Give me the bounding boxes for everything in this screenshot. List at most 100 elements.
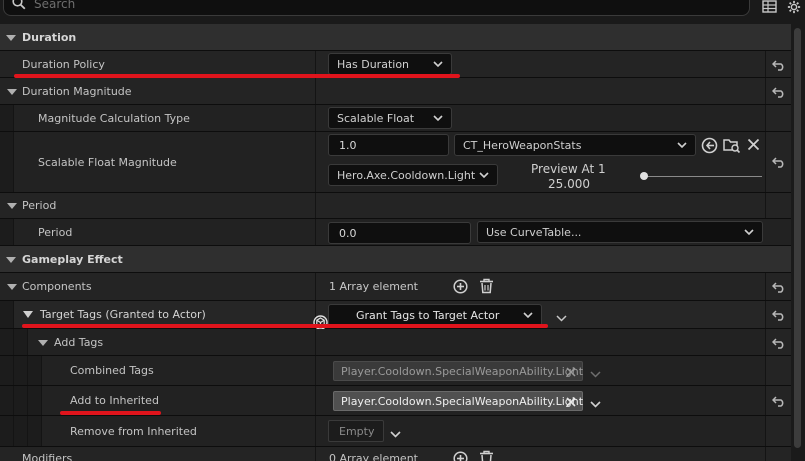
curve-table-dropdown[interactable]: CT_HeroWeaponStats	[454, 134, 696, 156]
reset-cell	[765, 416, 791, 446]
scrollbar-thumb[interactable]	[794, 28, 801, 448]
magnitude-calc-dropdown[interactable]: Scalable Float	[328, 107, 452, 129]
search-input[interactable]	[3, 0, 750, 16]
close-icon	[566, 367, 576, 377]
column-divider[interactable]	[315, 193, 316, 218]
period-curve-dropdown[interactable]: Use CurveTable...	[477, 221, 763, 243]
indent-guide	[14, 329, 28, 355]
reset-cell[interactable]	[765, 301, 791, 328]
property-label: Duration Policy	[22, 58, 105, 71]
reset-cell[interactable]	[765, 273, 791, 300]
reset-cell	[765, 356, 791, 385]
collapse-arrow-icon[interactable]	[7, 284, 17, 290]
preview-slider-track[interactable]	[642, 176, 762, 177]
category-gameplay-effect[interactable]: Gameplay Effect	[0, 246, 791, 273]
property-label: Target Tags (Granted to Actor)	[40, 308, 206, 321]
close-icon[interactable]	[566, 397, 576, 407]
indent-guide	[28, 356, 42, 385]
grid-icon[interactable]	[762, 0, 777, 17]
row-add-tags[interactable]: Add Tags	[0, 329, 791, 356]
folder-search-icon[interactable]	[723, 137, 741, 157]
empty-tag-container[interactable]: Empty	[328, 420, 384, 442]
plus-circle-icon[interactable]	[453, 279, 468, 297]
trash-icon[interactable]	[479, 450, 494, 461]
reset-cell[interactable]	[765, 78, 791, 104]
row-duration-magnitude[interactable]: Duration Magnitude	[0, 78, 791, 105]
search-placeholder: Search	[34, 0, 76, 11]
close-icon[interactable]	[747, 138, 760, 154]
annotation-underline-target-tags	[22, 324, 548, 328]
collapse-arrow-icon[interactable]	[6, 35, 16, 41]
column-divider[interactable]	[315, 78, 316, 104]
column-divider[interactable]	[315, 105, 316, 131]
reset-arrow-icon[interactable]	[772, 86, 786, 98]
indent-guide	[0, 132, 14, 192]
duration-policy-dropdown[interactable]: Has Duration	[328, 53, 452, 75]
collapse-arrow-icon[interactable]	[23, 311, 33, 318]
property-label: Duration Magnitude	[22, 85, 132, 98]
indent-guide	[28, 416, 42, 446]
property-label: Add Tags	[54, 336, 104, 349]
scalable-float-value-input[interactable]: 1.0	[328, 134, 449, 156]
indent-guide	[14, 356, 28, 385]
reset-cell[interactable]	[765, 329, 791, 355]
search-icon	[12, 0, 26, 13]
indent-guide	[0, 301, 14, 328]
category-title: Gameplay Effect	[22, 253, 123, 266]
indent-guide	[0, 386, 14, 415]
chevron-down-icon[interactable]	[590, 398, 601, 411]
column-divider[interactable]	[315, 273, 316, 300]
row-period-group[interactable]: Period	[0, 193, 791, 219]
reset-arrow-icon[interactable]	[772, 156, 786, 168]
tag-chip[interactable]: Player.Cooldown.SpecialWeaponAbility.Lig…	[333, 391, 583, 411]
reset-arrow-icon[interactable]	[772, 395, 786, 407]
browse-icon[interactable]	[701, 137, 718, 157]
input-value: 1.0	[339, 139, 357, 152]
tag-chip-disabled: Player.Cooldown.SpecialWeaponAbility.Lig…	[333, 361, 583, 381]
array-count: 0 Array element	[329, 452, 418, 461]
indent-guide	[14, 416, 28, 446]
collapse-arrow-icon[interactable]	[7, 89, 17, 95]
row-modifiers[interactable]: Modifiers 0 Array element	[0, 447, 791, 461]
indent-guide	[0, 219, 14, 245]
reset-arrow-icon[interactable]	[772, 281, 786, 293]
chevron-down-icon	[523, 312, 533, 319]
category-duration[interactable]: Duration	[0, 24, 791, 51]
column-divider[interactable]	[315, 416, 316, 446]
gear-icon[interactable]	[786, 0, 802, 17]
trash-icon[interactable]	[479, 278, 494, 297]
chevron-down-icon	[433, 115, 443, 122]
indent-guide	[0, 329, 14, 355]
property-label: Period	[22, 199, 57, 212]
input-value: 0.0	[339, 227, 357, 240]
column-divider[interactable]	[315, 356, 316, 385]
plus-circle-icon[interactable]	[453, 451, 468, 461]
column-divider[interactable]	[315, 219, 316, 245]
column-divider[interactable]	[315, 386, 316, 415]
reset-arrow-icon[interactable]	[772, 337, 786, 349]
column-divider[interactable]	[315, 329, 316, 355]
chevron-down-icon	[677, 142, 687, 149]
curve-row-name-dropdown[interactable]: Hero.Axe.Cooldown.Light	[328, 164, 498, 186]
reset-cell	[765, 447, 791, 461]
component-class-dropdown[interactable]: Grant Tags to Target Actor	[313, 304, 542, 330]
dropdown-value: Use CurveTable...	[486, 226, 582, 239]
preview-slider-handle[interactable]	[640, 172, 648, 180]
column-divider[interactable]	[315, 447, 316, 461]
property-label: Period	[38, 226, 73, 239]
collapse-arrow-icon[interactable]	[6, 257, 16, 263]
expand-chevron-icon[interactable]	[556, 312, 567, 325]
dropdown-value: CT_HeroWeaponStats	[463, 139, 582, 152]
reset-cell[interactable]	[765, 132, 791, 192]
collapse-arrow-icon[interactable]	[38, 340, 48, 346]
reset-cell	[765, 193, 791, 218]
column-divider[interactable]	[315, 132, 316, 192]
chevron-down-icon[interactable]	[390, 428, 401, 441]
row-components[interactable]: Components 1 Array element	[0, 273, 791, 301]
collapse-arrow-icon[interactable]	[7, 203, 17, 209]
reset-arrow-icon[interactable]	[772, 59, 786, 71]
period-value-input[interactable]: 0.0	[328, 222, 471, 244]
reset-cell[interactable]	[765, 386, 791, 415]
reset-cell[interactable]	[765, 51, 791, 77]
reset-arrow-icon[interactable]	[772, 309, 786, 321]
